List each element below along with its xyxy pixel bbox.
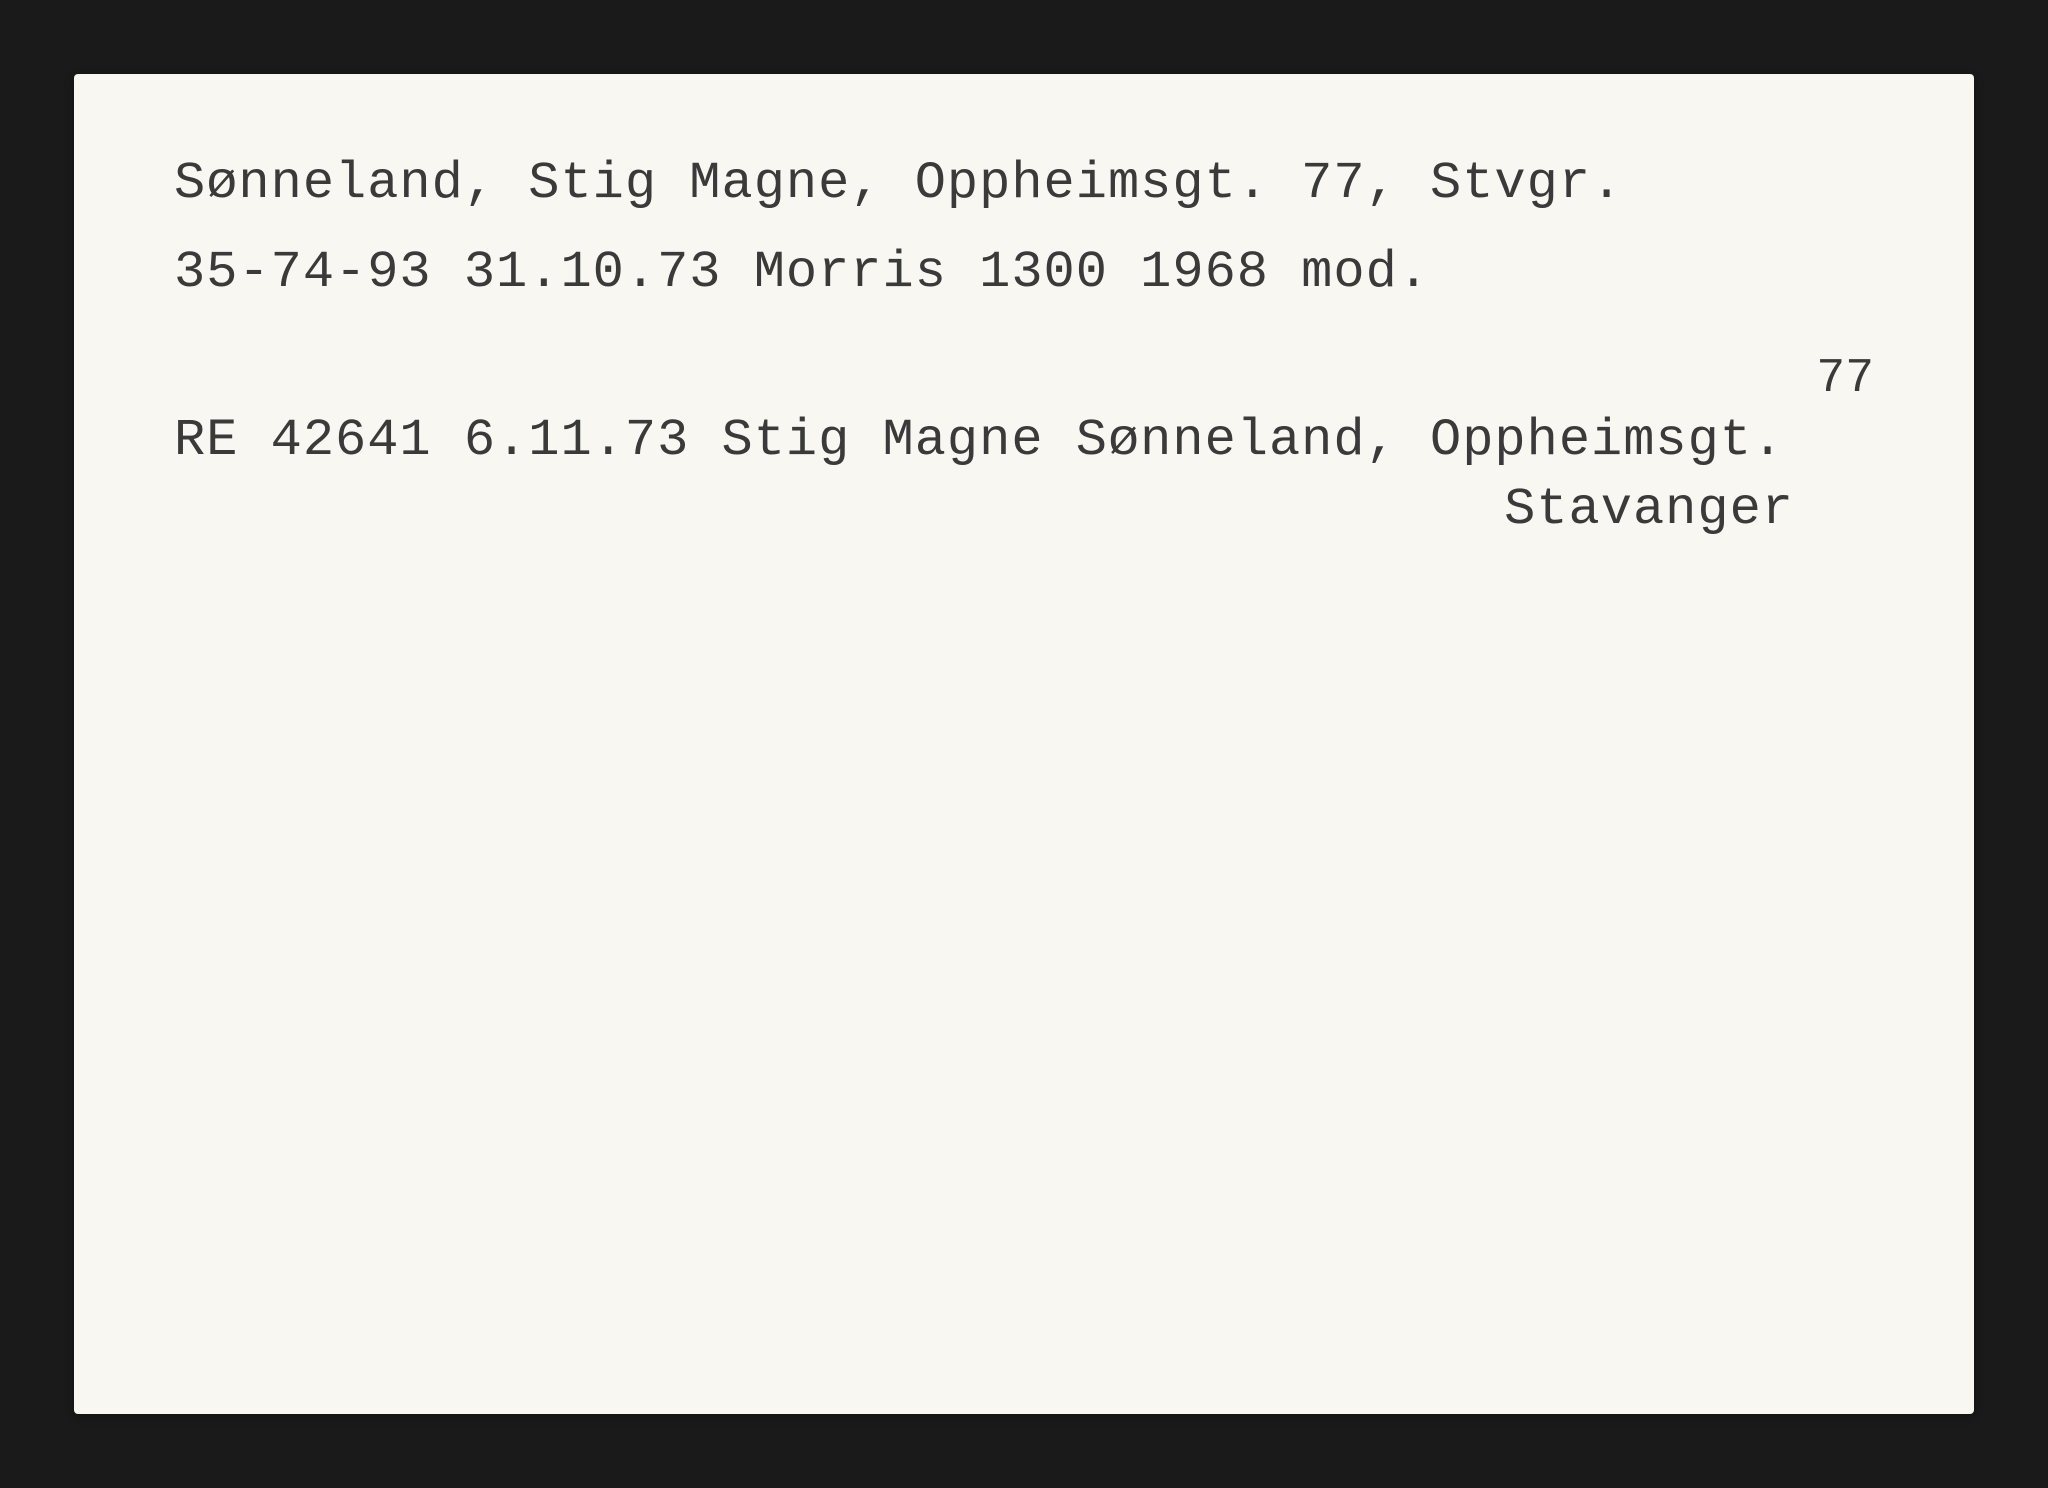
line2-text: 35-74-93 31.10.73 Morris 1300 1968 mod.	[174, 243, 1874, 302]
line4-text: Stavanger	[174, 480, 1874, 539]
line1-text: Sønneland, Stig Magne, Oppheimsgt. 77, S…	[174, 154, 1874, 213]
document-card: Sønneland, Stig Magne, Oppheimsgt. 77, S…	[74, 74, 1974, 1414]
number-77-text: 77	[174, 352, 1874, 406]
line3-text: RE 42641 6.11.73 Stig Magne Sønneland, O…	[174, 411, 1874, 470]
